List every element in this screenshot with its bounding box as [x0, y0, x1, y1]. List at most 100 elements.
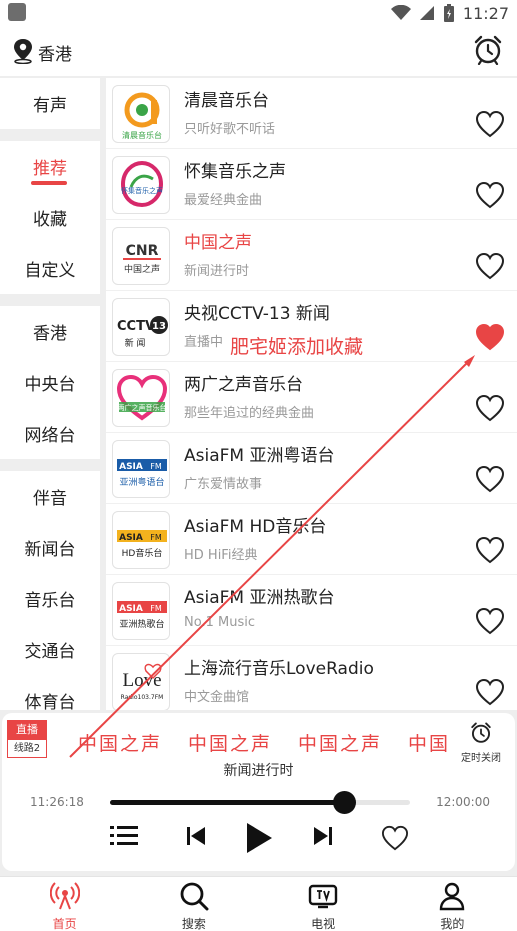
sidebar-item-tv-audio[interactable]: 伴音 [0, 471, 100, 522]
clock-time: 11:27 [462, 3, 509, 23]
svg-text:中国之声: 中国之声 [124, 263, 160, 275]
station-logo: ASIA FM HD音乐台 [112, 511, 170, 569]
station-row[interactable]: ASIA FM 亚洲热歌台 AsiaFM 亚洲热歌台 No.1 Music [106, 575, 517, 646]
svg-text:FM: FM [150, 462, 162, 471]
station-desc: 最爱经典金曲 [184, 193, 263, 208]
svg-text:两广之声音乐台: 两广之声音乐台 [118, 403, 167, 412]
sidebar-item-custom[interactable]: 自定义 [0, 243, 100, 294]
signal-icon [419, 6, 434, 20]
svg-text:亚洲热歌台: 亚洲热歌台 [119, 618, 164, 630]
svg-text:ASIA: ASIA [119, 604, 143, 614]
station-name: AsiaFM HD音乐台 [184, 517, 327, 537]
progress-thumb[interactable] [333, 791, 356, 814]
station-desc: HD HiFi经典 [184, 548, 258, 563]
sidebar-item-central[interactable]: 中央台 [0, 357, 100, 408]
nav-home[interactable]: 首页 [0, 877, 129, 931]
person-icon [440, 882, 465, 911]
station-row[interactable]: ASIA FM HD音乐台 AsiaFM HD音乐台 HD HiFi经典 [106, 504, 517, 575]
station-desc: 只听好歌不听话 [184, 122, 276, 137]
station-name: 怀集音乐之声 [184, 162, 286, 182]
sidebar-item-hongkong[interactable]: 香港 [0, 306, 100, 357]
play-icon[interactable] [245, 822, 273, 854]
heart-outline-icon[interactable] [475, 394, 505, 422]
station-row[interactable]: 清晨音乐台 清晨音乐台 只听好歌不听话 [106, 78, 517, 149]
svg-text:Love: Love [122, 670, 161, 691]
heart-outline-icon[interactable] [475, 678, 505, 706]
now-playing-panel: 直播 线路2 中国之声 中国之声 中国之声 中国 新闻进行时 定时关闭 11:26:1… [2, 713, 515, 871]
heart-filled-icon[interactable] [475, 323, 505, 351]
location-pin-icon[interactable] [11, 38, 35, 64]
station-logo: Love Radio103.7FM [112, 653, 170, 710]
marquee-title: 中国 [408, 733, 451, 755]
station-row[interactable]: ASIA FM 亚洲粤语台 AsiaFM 亚洲粤语台 广东爱情故事 [106, 433, 517, 504]
sidebar-item-news[interactable]: 新闻台 [0, 522, 100, 573]
station-logo: CCTV 13 新 闻 [112, 298, 170, 356]
marquee-title: 中国之声 [78, 733, 163, 755]
sidebar-item-recommended[interactable]: 推荐 [0, 141, 100, 192]
station-row[interactable]: Love Radio103.7FM 上海流行音乐LoveRadio 中文金曲馆 [106, 646, 517, 710]
heart-outline-icon[interactable] [475, 465, 505, 493]
sidebar-item-traffic[interactable]: 交通台 [0, 624, 100, 675]
station-name: 央视CCTV-13 新闻 [184, 304, 330, 324]
nav-profile[interactable]: 我的 [388, 877, 517, 931]
heart-outline-icon[interactable] [475, 607, 505, 635]
marquee-title: 中国之声 [298, 733, 383, 755]
nav-search-label: 搜索 [181, 917, 206, 931]
sidebar-group-main: 推荐 收藏 自定义 [0, 141, 100, 294]
station-desc: 直播中 [184, 335, 224, 350]
svg-text:HD音乐台: HD音乐台 [122, 547, 163, 559]
station-desc: 新闻进行时 [184, 264, 250, 279]
station-name: 上海流行音乐LoveRadio [184, 659, 374, 679]
radio-tower-icon [49, 882, 80, 910]
sidebar-item-music[interactable]: 音乐台 [0, 573, 100, 624]
nav-tv-label: 电视 [311, 917, 336, 931]
nav-search[interactable]: 搜索 [129, 877, 258, 931]
time-end: 12:00:00 [436, 795, 490, 809]
station-name: 中国之声 [184, 233, 252, 253]
sidebar-item-favorites[interactable]: 收藏 [0, 192, 100, 243]
station-logo: 两广之声音乐台 [112, 369, 170, 427]
app-notification-icon [8, 3, 26, 21]
nav-tv[interactable]: 电视 [259, 877, 388, 931]
station-logo: 怀集音乐之声 [112, 156, 170, 214]
wifi-icon [390, 5, 411, 20]
station-logo: ASIA FM 亚洲粤语台 [112, 440, 170, 498]
now-playing-desc: 新闻进行时 [223, 763, 294, 779]
station-name: 两广之声音乐台 [184, 375, 303, 395]
nav-home-label: 首页 [52, 917, 77, 931]
next-icon[interactable] [313, 826, 333, 846]
previous-icon[interactable] [186, 826, 206, 846]
heart-outline-icon[interactable] [475, 181, 505, 209]
station-row[interactable]: CCTV 13 新 闻 央视CCTV-13 新闻 直播中 肥宅姬添加收藏 [106, 291, 517, 362]
location-label[interactable]: 香港 [38, 40, 72, 65]
alarm-clock-icon[interactable] [473, 35, 503, 65]
playlist-icon[interactable] [110, 823, 138, 847]
sleep-timer-button[interactable]: 定时关闭 [459, 722, 503, 764]
heart-outline-icon[interactable] [475, 252, 505, 280]
sidebar-group-audio: 有声 [0, 78, 100, 129]
station-desc: No.1 Music [184, 615, 255, 630]
svg-text:亚洲粤语台: 亚洲粤语台 [119, 476, 164, 488]
sleep-timer-label: 定时关闭 [461, 753, 501, 764]
heart-outline-icon[interactable] [475, 536, 505, 564]
status-bar: 11:27 [0, 0, 517, 26]
station-logo: ASIA FM 亚洲热歌台 [112, 582, 170, 640]
sidebar-item-audio[interactable]: 有声 [0, 78, 100, 129]
svg-text:ASIA: ASIA [119, 462, 143, 472]
svg-text:FM: FM [150, 533, 162, 542]
progress-fill [110, 800, 344, 805]
alarm-clock-icon [471, 722, 491, 743]
progress-track[interactable] [110, 791, 410, 814]
station-row[interactable]: CNR 中国之声 中国之声 新闻进行时 [106, 220, 517, 291]
heart-outline-icon[interactable] [381, 825, 409, 851]
station-desc: 广东爱情故事 [184, 477, 263, 492]
station-name: AsiaFM 亚洲热歌台 [184, 588, 335, 608]
station-row[interactable]: 怀集音乐之声 怀集音乐之声 最爱经典金曲 [106, 149, 517, 220]
station-row[interactable]: 两广之声音乐台 两广之声音乐台 那些年追过的经典金曲 [106, 362, 517, 433]
sidebar-item-sports[interactable]: 体育台 [0, 675, 100, 710]
route-selector[interactable]: 线路2 [7, 739, 47, 758]
live-badge: 直播 [7, 720, 47, 739]
svg-text:FM: FM [150, 604, 162, 613]
sidebar-item-network[interactable]: 网络台 [0, 408, 100, 459]
heart-outline-icon[interactable] [475, 110, 505, 138]
